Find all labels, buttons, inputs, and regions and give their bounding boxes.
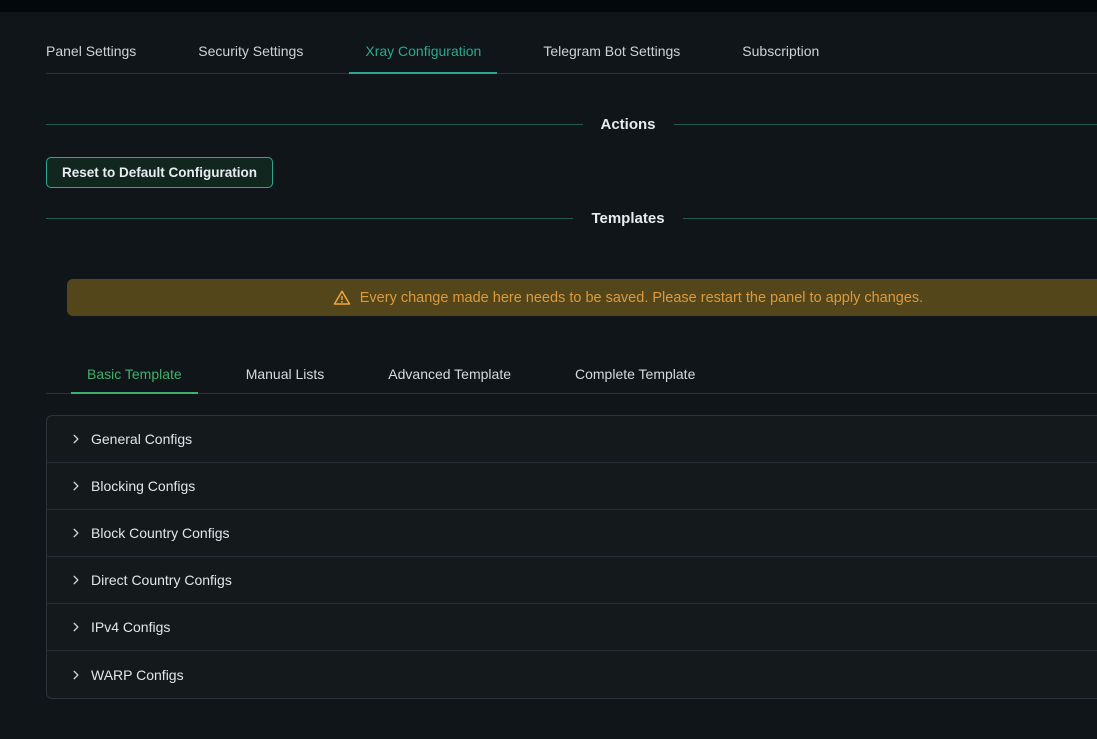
tab-advanced-template[interactable]: Advanced Template — [388, 354, 511, 393]
chevron-right-icon — [71, 434, 81, 444]
tab-telegram-bot-settings[interactable]: Telegram Bot Settings — [543, 28, 680, 73]
chevron-right-icon — [71, 622, 81, 632]
tab-basic-template[interactable]: Basic Template — [87, 354, 182, 393]
settings-page: Panel Settings Security Settings Xray Co… — [46, 28, 1097, 699]
accordion-item-label: Direct Country Configs — [91, 572, 232, 588]
reset-to-default-configuration-button[interactable]: Reset to Default Configuration — [46, 157, 273, 188]
accordion-item-blocking-configs[interactable]: Blocking Configs — [47, 463, 1097, 510]
accordion-item-label: Blocking Configs — [91, 478, 195, 494]
tab-security-settings[interactable]: Security Settings — [198, 28, 303, 73]
template-tab-bar: Basic Template Manual Lists Advanced Tem… — [46, 354, 1097, 394]
accordion-item-label: IPv4 Configs — [91, 619, 170, 635]
chevron-right-icon — [71, 670, 81, 680]
chevron-right-icon — [71, 575, 81, 585]
tab-xray-configuration[interactable]: Xray Configuration — [365, 28, 481, 73]
restart-warning-text: Every change made here needs to be saved… — [360, 290, 923, 306]
accordion-item-block-country-configs[interactable]: Block Country Configs — [47, 510, 1097, 557]
accordion-item-label: Block Country Configs — [91, 525, 230, 541]
main-tab-bar: Panel Settings Security Settings Xray Co… — [46, 28, 1097, 74]
window-top-strip — [0, 0, 1097, 12]
tab-subscription[interactable]: Subscription — [742, 28, 819, 73]
accordion-item-ipv4-configs[interactable]: IPv4 Configs — [47, 604, 1097, 651]
actions-section-title: Actions — [583, 116, 674, 133]
restart-warning-banner: Every change made here needs to be saved… — [67, 279, 1097, 316]
chevron-right-icon — [71, 481, 81, 491]
warning-triangle-icon — [333, 289, 351, 307]
chevron-right-icon — [71, 528, 81, 538]
templates-section-divider: Templates — [46, 210, 1097, 227]
accordion-item-label: General Configs — [91, 431, 192, 447]
accordion-item-direct-country-configs[interactable]: Direct Country Configs — [47, 557, 1097, 604]
accordion-item-label: WARP Configs — [91, 667, 184, 683]
accordion-item-general-configs[interactable]: General Configs — [47, 416, 1097, 463]
configs-accordion: General Configs Blocking Configs Block C… — [46, 415, 1097, 699]
templates-section-title: Templates — [573, 210, 682, 227]
accordion-item-warp-configs[interactable]: WARP Configs — [47, 651, 1097, 698]
tab-panel-settings[interactable]: Panel Settings — [46, 28, 136, 73]
actions-section-divider: Actions — [46, 116, 1097, 133]
tab-complete-template[interactable]: Complete Template — [575, 354, 695, 393]
tab-manual-lists[interactable]: Manual Lists — [246, 354, 325, 393]
